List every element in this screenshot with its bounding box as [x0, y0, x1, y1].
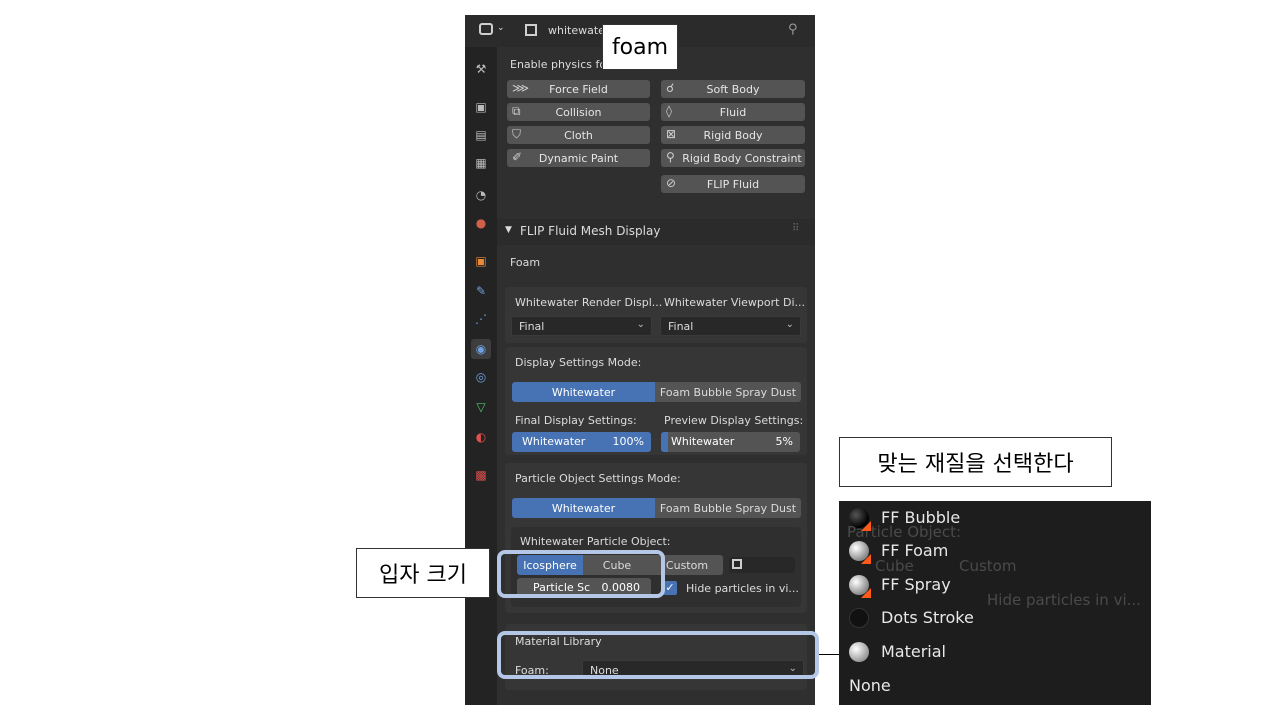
object-tab-icon[interactable]: ▣: [471, 251, 491, 271]
pin-icon[interactable]: ⚲: [788, 22, 798, 37]
rigid-body-icon: ⊠: [666, 127, 677, 141]
chevron-down-icon[interactable]: ⌄: [497, 23, 505, 33]
force-field-button[interactable]: ⋙ Force Field: [507, 80, 650, 98]
physics-content: Enable physics for: ⋙ Force Field ☌ Soft B…: [497, 47, 815, 705]
collision-icon: ⧉: [512, 104, 521, 118]
material-preview-icon: [849, 508, 869, 528]
material-preview-icon: [849, 608, 869, 628]
particle-mode-fbsd-toggle[interactable]: Foam Bubble Spray Dust: [655, 498, 801, 518]
particle-object-settings-mode-label: Particle Object Settings Mode:: [515, 472, 681, 485]
object-icon: [732, 559, 742, 569]
world-tab-icon[interactable]: ●: [471, 213, 491, 233]
preview-display-settings-label: Preview Display Settings:: [664, 414, 804, 427]
enable-physics-label: Enable physics for:: [510, 58, 615, 71]
viewport-display-dropdown[interactable]: Final ⌄: [660, 316, 801, 336]
shirt-icon: ⛉: [512, 127, 522, 141]
flip-fluid-button[interactable]: ⊘ FLIP Fluid: [661, 175, 805, 193]
mesh-display-panel-header[interactable]: ▼ FLIP Fluid Mesh Display ⠿: [497, 219, 815, 245]
hide-particles-checkbox[interactable]: ✓: [663, 581, 677, 595]
material-tab-icon[interactable]: ◐: [471, 427, 491, 447]
modifier-tab-icon[interactable]: ✎: [471, 281, 491, 301]
view-layer-tab-icon[interactable]: ▦: [471, 153, 491, 173]
display-mode-fbsd-toggle[interactable]: Foam Bubble Spray Dust: [655, 382, 801, 402]
display-settings-mode-label: Display Settings Mode:: [515, 356, 642, 369]
scene-tab-icon[interactable]: ◔: [471, 185, 491, 205]
data-tab-icon[interactable]: ▽: [471, 397, 491, 417]
preview-display-slider[interactable]: Whitewater 5%: [661, 432, 800, 452]
panel-title: FLIP Fluid Mesh Display: [520, 224, 661, 238]
material-item-material[interactable]: Material: [881, 642, 946, 661]
collapse-triangle-icon: ▼: [505, 225, 512, 235]
final-display-slider[interactable]: Whitewater 100%: [512, 432, 651, 452]
foam-material-highlight: [497, 631, 819, 679]
material-dropdown-menu: Particle Object: Cube Custom Hide partic…: [839, 501, 1151, 705]
material-item-dots-stroke[interactable]: Dots Stroke: [881, 608, 974, 627]
render-tab-icon[interactable]: ▣: [471, 97, 491, 117]
constraints-tab-icon[interactable]: ◎: [471, 367, 491, 387]
whitewater-particle-object-label: Whitewater Particle Object:: [520, 535, 671, 548]
material-preview-icon: [849, 575, 869, 595]
material-item-ff-foam[interactable]: FF Foam: [881, 541, 948, 560]
connector-line: [819, 654, 839, 655]
output-tab-icon[interactable]: ▤: [471, 125, 491, 145]
viewport-display-label: Whitewater Viewport Di...: [664, 296, 805, 309]
physics-tab-icon[interactable]: ◉: [471, 339, 491, 359]
object-name: whitewater: [548, 24, 610, 37]
properties-tab-bar: ⚒ ▣ ▤ ▦ ◔ ● ▣ ✎ ⋰ ◉ ◎ ▽ ◐ ▩: [465, 47, 497, 705]
hide-particles-label: Hide particles in vi...: [686, 582, 799, 595]
properties-panel: ⌄ whitewater ⚲ ⚒ ▣ ▤ ▦ ◔ ● ▣ ✎ ⋰ ◉ ◎ ▽ ◐…: [465, 15, 815, 705]
choose-material-callout: 맞는 재질을 선택한다: [839, 437, 1112, 487]
material-item-none[interactable]: None: [849, 676, 891, 695]
rigid-body-constraint-button[interactable]: ⚲ Rigid Body Constraint: [661, 149, 805, 167]
force-field-icon: ⋙: [512, 81, 530, 95]
soft-body-button[interactable]: ☌ Soft Body: [661, 80, 805, 98]
foam-section-label: Foam: [510, 256, 541, 269]
material-item-ff-spray[interactable]: FF Spray: [881, 575, 951, 594]
fluid-button[interactable]: ◊ Fluid: [661, 103, 805, 121]
material-item-ff-bubble[interactable]: FF Bubble: [881, 508, 960, 527]
editor-type-icon[interactable]: [479, 23, 493, 35]
ghost-text: Custom: [959, 557, 1017, 575]
render-display-dropdown[interactable]: Final ⌄: [511, 316, 652, 336]
render-display-label: Whitewater Render Displ...: [515, 296, 663, 309]
chevron-down-icon: ⌄: [636, 319, 645, 330]
droplet-icon: ◊: [666, 104, 672, 118]
flip-fluid-icon: ⊘: [666, 176, 677, 190]
constraint-icon: ⚲: [666, 150, 675, 164]
dynamic-paint-button[interactable]: ✐ Dynamic Paint: [507, 149, 650, 167]
cloth-button[interactable]: ⛉ Cloth: [507, 126, 650, 144]
particles-tab-icon[interactable]: ⋰: [471, 309, 491, 329]
collision-button[interactable]: ⧉ Collision: [507, 103, 650, 121]
particle-size-callout: 입자 크기: [356, 548, 490, 598]
tool-tab-icon[interactable]: ⚒: [471, 59, 491, 79]
texture-tab-icon[interactable]: ▩: [471, 465, 491, 485]
soft-body-icon: ☌: [666, 81, 675, 95]
slider-fill: [661, 432, 668, 452]
material-preview-icon: [849, 541, 869, 561]
particle-size-highlight: [497, 550, 665, 598]
brush-icon: ✐: [512, 150, 523, 164]
chevron-down-icon: ⌄: [785, 319, 794, 330]
final-display-settings-label: Final Display Settings:: [515, 414, 637, 427]
ghost-text: Hide particles in vi...: [987, 591, 1141, 609]
display-mode-whitewater-toggle[interactable]: Whitewater: [512, 382, 655, 402]
rigid-body-button[interactable]: ⊠ Rigid Body: [661, 126, 805, 144]
material-preview-icon: [849, 642, 869, 662]
drag-handle-icon[interactable]: ⠿: [792, 223, 799, 234]
foam-callout: foam: [602, 24, 678, 70]
object-icon: [525, 24, 537, 36]
particle-mode-whitewater-toggle[interactable]: Whitewater: [512, 498, 655, 518]
custom-object-field[interactable]: [729, 557, 795, 573]
